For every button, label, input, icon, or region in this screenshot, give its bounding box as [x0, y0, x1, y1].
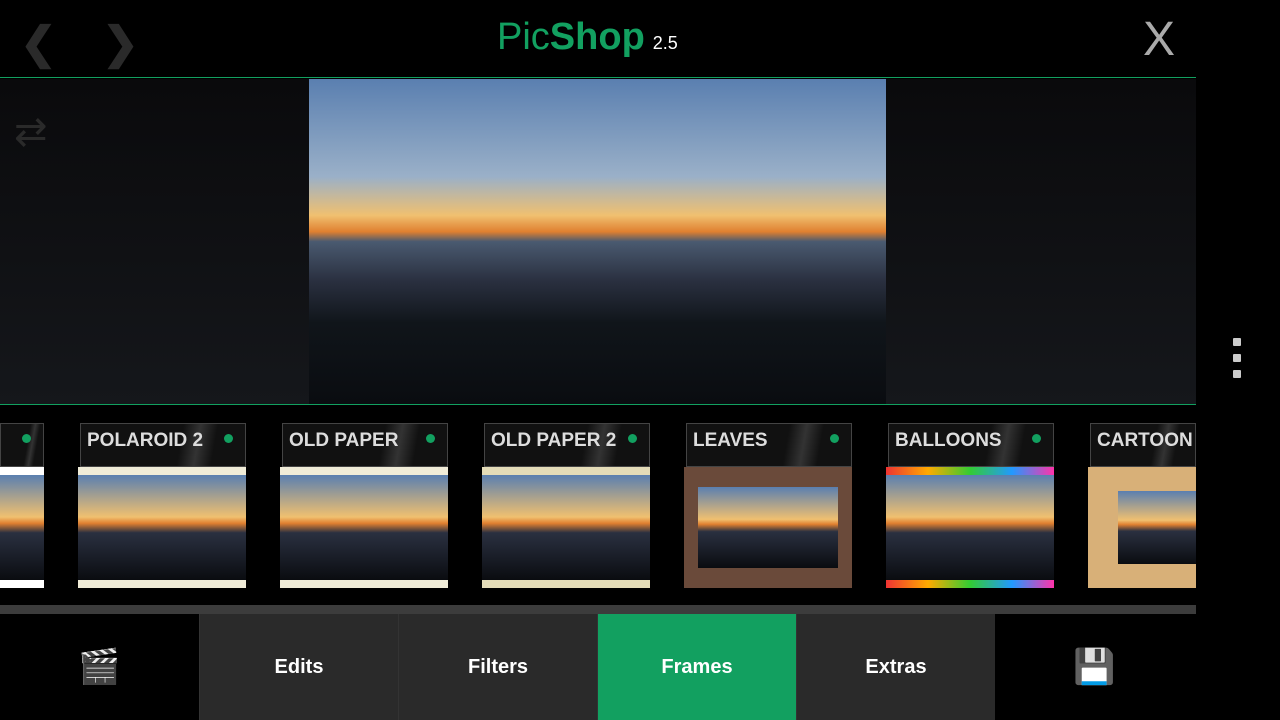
- title-light: Pic: [497, 16, 550, 58]
- photo-icon: 🎬: [78, 648, 121, 686]
- save-floppy-icon: 💾: [1073, 648, 1116, 686]
- status-dot-icon: [22, 434, 31, 443]
- frame-thumbnail: [684, 467, 852, 588]
- frame-label: CARTOON: [1090, 423, 1196, 467]
- status-dot-icon: [1032, 434, 1041, 443]
- title-bold: Shop: [549, 16, 645, 58]
- frame-thumbnail: [886, 467, 1054, 588]
- divider: [0, 605, 1196, 614]
- frame-label: OLD PAPER: [282, 423, 448, 467]
- tab-filters[interactable]: Filters: [398, 614, 597, 720]
- top-bar: ❮ ❯ PicShop 2.5 X: [0, 0, 1196, 78]
- frame-label: LEAVES: [686, 423, 852, 467]
- status-dot-icon: [224, 434, 233, 443]
- tab-edits[interactable]: Edits: [199, 614, 398, 720]
- status-dot-icon: [830, 434, 839, 443]
- frame-item-balloons[interactable]: BALLOONS: [886, 423, 1054, 588]
- app-version: 2.5: [652, 33, 678, 53]
- overflow-menu-icon[interactable]: [1233, 338, 1243, 386]
- frame-thumbnail: [0, 467, 44, 588]
- frame-item-old-paper-2[interactable]: OLD PAPER 2: [482, 423, 650, 588]
- image-stage: ⇄: [0, 79, 1196, 405]
- frame-thumbnail: [78, 467, 246, 588]
- gallery-button[interactable]: 🎬: [0, 614, 199, 720]
- photo-preview: [309, 79, 886, 404]
- frame-label: POLAROID 2: [80, 423, 246, 467]
- bottom-tabs: 🎬 Edits Filters Frames Extras 💾: [0, 614, 1196, 720]
- undo-chevron-left-icon[interactable]: ❮: [20, 18, 57, 69]
- tab-extras[interactable]: Extras: [796, 614, 995, 720]
- redo-chevron-right-icon[interactable]: ❯: [102, 18, 139, 69]
- close-button[interactable]: X: [1143, 12, 1175, 67]
- status-dot-icon: [628, 434, 637, 443]
- frame-item[interactable]: [0, 423, 44, 588]
- frame-thumbnail: [1088, 467, 1196, 588]
- frame-thumbnail: [482, 467, 650, 588]
- app-title: PicShop 2.5: [497, 16, 678, 59]
- status-dot-icon: [426, 434, 435, 443]
- tab-frames[interactable]: Frames: [597, 614, 796, 720]
- frame-label: [0, 423, 44, 467]
- frame-label: BALLOONS: [888, 423, 1054, 467]
- frames-strip[interactable]: POLAROID 2 OLD PAPER OLD PAPER 2 LEAVES …: [0, 405, 1196, 605]
- frame-thumbnail: [280, 467, 448, 588]
- swap-arrows-icon[interactable]: ⇄: [14, 109, 48, 155]
- frame-item-old-paper[interactable]: OLD PAPER: [280, 423, 448, 588]
- save-button[interactable]: 💾: [995, 614, 1194, 720]
- frame-label: OLD PAPER 2: [484, 423, 650, 467]
- frame-item-leaves[interactable]: LEAVES: [684, 423, 852, 588]
- frame-item-cartoon[interactable]: CARTOON: [1088, 423, 1196, 588]
- frame-item-polaroid-2[interactable]: POLAROID 2: [78, 423, 246, 588]
